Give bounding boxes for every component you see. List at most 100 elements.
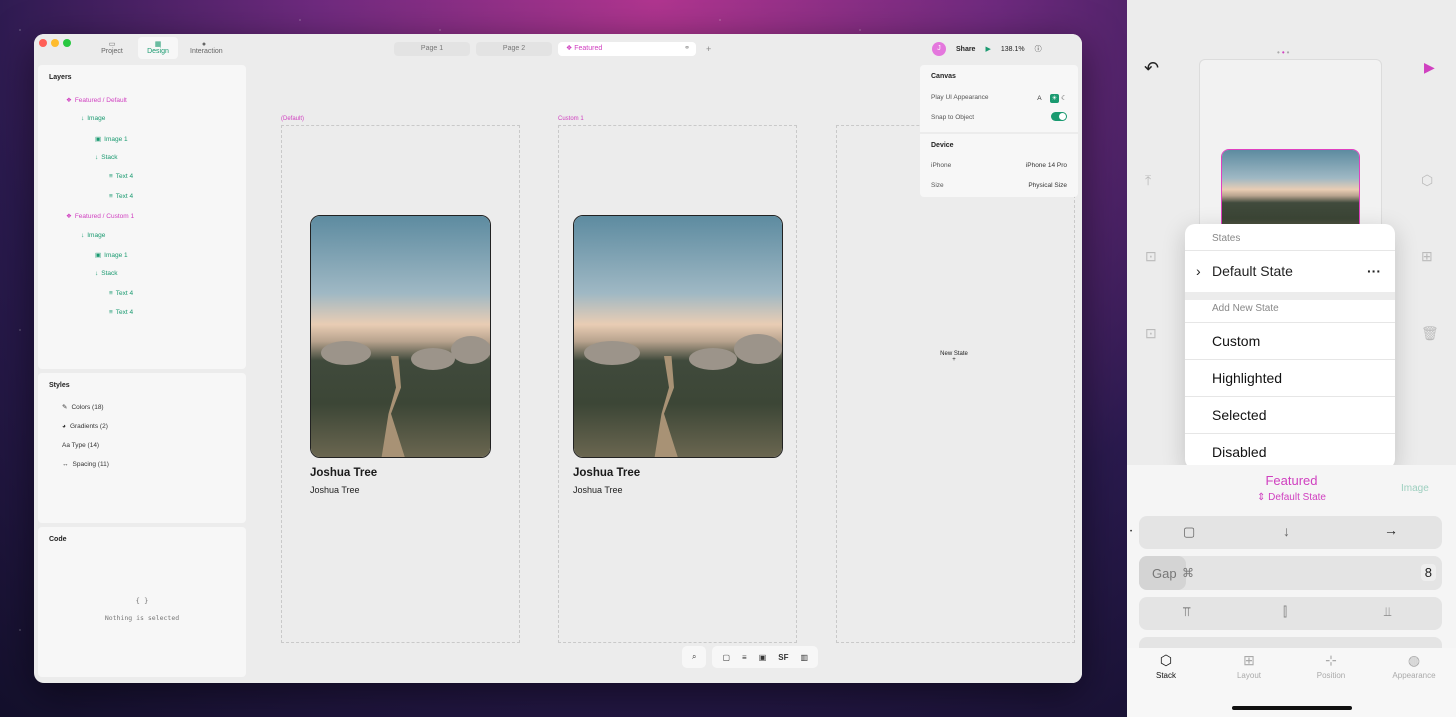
layer-item[interactable]: ≡ Text 4 — [109, 290, 133, 297]
align-center-icon[interactable]: ⫿ — [1283, 604, 1287, 620]
align-top-icon[interactable]: ⫪ — [1183, 604, 1190, 620]
help-icon[interactable]: ⓘ — [1035, 44, 1042, 54]
sf-symbols-button[interactable]: SF — [778, 653, 788, 662]
move-up-icon[interactable]: ⊡ — [1145, 248, 1157, 265]
bottom-toolbar: ⌕ ▢ ≡ ▣ SF ▥ — [682, 646, 819, 668]
avatar[interactable]: J — [932, 42, 946, 56]
frame-label-custom: Custom 1 — [558, 116, 584, 122]
layer-item[interactable]: ▣ Image 1 — [95, 251, 128, 260]
layout-icon: ⊞ — [1243, 652, 1255, 668]
new-state-frame[interactable] — [836, 125, 1075, 643]
layer-item[interactable]: ↓ Stack — [95, 154, 118, 161]
tab-position[interactable]: ⊹ Position — [1301, 652, 1361, 680]
page-dots: ••• — [1277, 48, 1292, 57]
text-icon: ≡ — [109, 309, 113, 316]
styles-panel: Styles ✎ Colors (18) ◕ Gradients (2) Aa Ty… — [38, 373, 246, 523]
tab-appearance[interactable]: ◍ Appearance — [1384, 652, 1444, 680]
arrow-down-icon: ↓ — [81, 115, 85, 122]
minimize-window-button[interactable] — [51, 39, 59, 47]
image-icon[interactable]: ▣ — [759, 653, 767, 662]
add-page-button[interactable]: + — [702, 42, 715, 56]
appearance-auto-button[interactable]: A — [1037, 95, 1041, 102]
zstack-icon[interactable]: ▢ — [1183, 524, 1195, 540]
tab-project[interactable]: ▭ Project — [92, 37, 132, 59]
gap-icon: ⌘ — [1182, 566, 1194, 580]
layer-item[interactable]: ❖ Featured / Custom 1 — [66, 212, 134, 221]
search-icon[interactable]: ⌕ — [692, 652, 696, 662]
interaction-icon: ● — [201, 41, 207, 48]
style-spacing[interactable]: ↔ Spacing (11) — [62, 461, 109, 468]
text-icon[interactable]: ≡ — [742, 653, 747, 662]
mac-window: ▭ Project ▦ Design ● Interaction Page 1 Pag… — [34, 34, 1082, 683]
style-type[interactable]: Aa Type (14) — [62, 442, 99, 449]
image-tab[interactable]: Image — [1401, 483, 1429, 494]
device-row[interactable]: iPhone iPhone 14 Pro — [931, 162, 1067, 169]
add-container-icon[interactable]: ⊞ — [1421, 248, 1433, 265]
link-icon[interactable]: ⚭ — [684, 42, 690, 56]
snap-toggle[interactable] — [1051, 112, 1067, 121]
device-section-title: Device — [931, 142, 954, 149]
zoom-window-button[interactable] — [63, 39, 71, 47]
layer-item[interactable]: ↓ Stack — [95, 270, 118, 277]
layer-item[interactable]: ❖ Featured / Default — [66, 96, 127, 105]
align-bottom-icon[interactable]: ⫫ — [1384, 604, 1391, 620]
arrow-down-icon: ↓ — [95, 270, 99, 277]
state-option-selected[interactable]: Selected — [1185, 396, 1395, 433]
tab-stack[interactable]: ⬡ Stack — [1136, 652, 1196, 680]
card-subtitle: Joshua Tree — [310, 485, 360, 495]
sun-icon[interactable]: ☀ — [1049, 94, 1060, 103]
rectangle-icon[interactable]: ▢ — [722, 653, 730, 662]
cube-icon: ⬡ — [1159, 652, 1173, 668]
library-icon[interactable]: ▥ — [801, 653, 809, 662]
moon-icon[interactable]: ☾ — [1061, 95, 1067, 102]
layer-item[interactable]: ↓ Image — [81, 115, 105, 122]
card-image[interactable] — [573, 215, 783, 458]
align-top-icon[interactable]: ⤒ — [1145, 172, 1151, 189]
default-state-item[interactable]: › Default State ··· — [1185, 250, 1395, 292]
new-state-button[interactable]: New State + — [924, 351, 984, 363]
arrow-down-icon: ↓ — [95, 154, 99, 161]
hstack-icon[interactable]: → — [1384, 522, 1398, 538]
play-icon[interactable]: ▶ — [1424, 59, 1435, 76]
undo-icon[interactable]: ↶ — [1144, 58, 1159, 79]
text-icon: ≡ — [109, 290, 113, 297]
plus-icon: + — [952, 357, 956, 363]
state-option-highlighted[interactable]: Highlighted — [1185, 359, 1395, 396]
folder-icon: ▭ — [108, 41, 116, 48]
cube-icon[interactable]: ⬡ — [1421, 172, 1433, 189]
position-icon: ⊹ — [1325, 652, 1337, 668]
states-header: States — [1212, 233, 1241, 244]
gap-field[interactable]: Gap ⌘ 8 — [1139, 556, 1442, 590]
tab-interaction[interactable]: ● Interaction — [184, 37, 224, 59]
layer-item[interactable]: ≡ Text 4 — [109, 173, 133, 180]
design-icon: ▦ — [154, 41, 162, 48]
gap-value[interactable]: 8 — [1420, 564, 1436, 581]
move-down-icon[interactable]: ⊡ — [1145, 325, 1157, 342]
card-image[interactable] — [310, 215, 491, 458]
close-window-button[interactable] — [39, 39, 47, 47]
more-icon[interactable]: ··· — [1367, 251, 1381, 291]
snap-row: Snap to Object — [931, 112, 1067, 121]
play-icon[interactable]: ▶ — [985, 45, 990, 53]
state-option-disabled[interactable]: Disabled — [1185, 433, 1395, 469]
layer-item[interactable]: ↓ Image — [81, 232, 105, 239]
page-tab-1[interactable]: Page 1 — [394, 42, 470, 56]
page-tab-featured[interactable]: ❖ Featured ⚭ — [558, 42, 696, 56]
inspector-panel: Canvas Play UI Appearance A ☀ ☾ Snap to Ob… — [920, 65, 1078, 197]
spacing-icon: ↔ — [62, 461, 69, 468]
style-gradients[interactable]: ◕ Gradients (2) — [62, 423, 108, 430]
trash-icon[interactable]: 🗑 — [1421, 325, 1439, 342]
vstack-icon[interactable]: ↓ — [1283, 523, 1290, 539]
size-row[interactable]: Size Physical Size — [931, 182, 1067, 189]
page-tab-2[interactable]: Page 2 — [476, 42, 552, 56]
zoom-level[interactable]: 138.1% — [1001, 46, 1025, 53]
tab-design[interactable]: ▦ Design — [138, 37, 178, 59]
state-option-custom[interactable]: Custom — [1185, 322, 1395, 359]
tab-layout[interactable]: ⊞ Layout — [1219, 652, 1279, 680]
layer-item[interactable]: ▣ Image 1 — [95, 135, 128, 144]
layer-item[interactable]: ≡ Text 4 — [109, 193, 133, 200]
style-colors[interactable]: ✎ Colors (18) — [62, 403, 104, 412]
layers-panel: Layers ❖ Featured / Default ↓ Image ▣ Image… — [38, 65, 246, 369]
share-button[interactable]: Share — [956, 46, 975, 53]
layer-item[interactable]: ≡ Text 4 — [109, 309, 133, 316]
